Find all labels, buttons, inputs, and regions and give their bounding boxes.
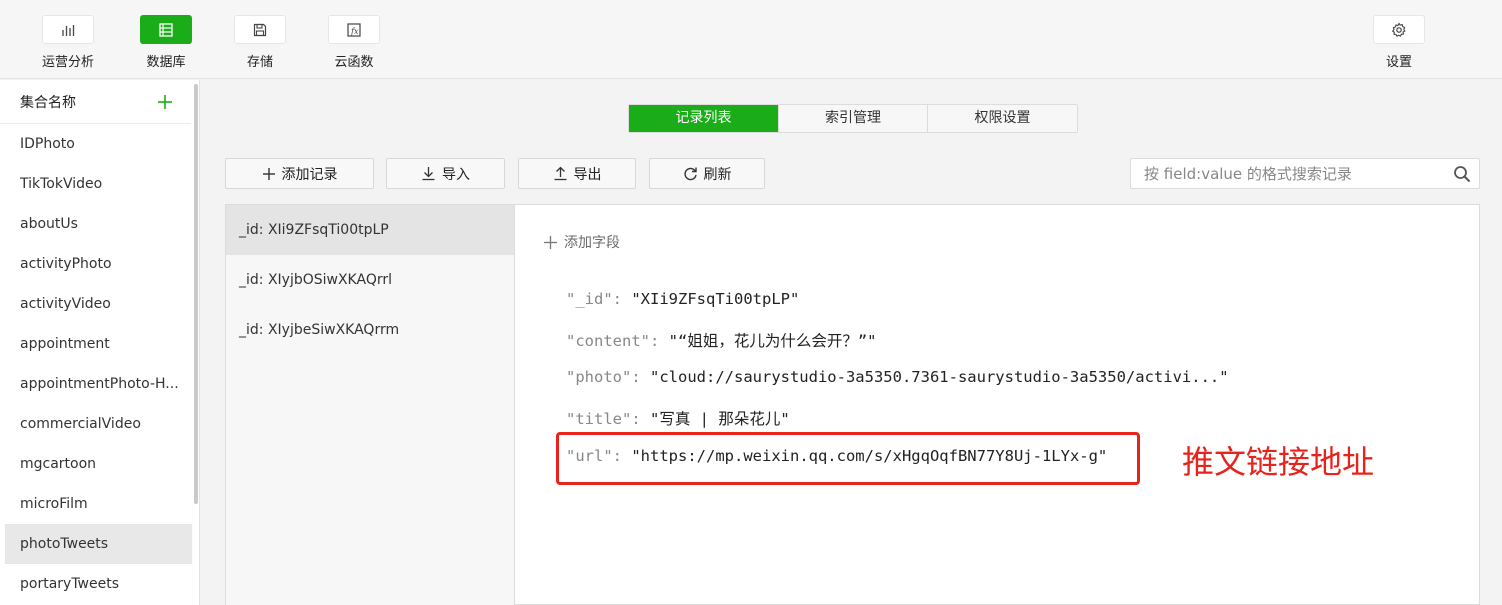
- toolbar-cloud-function[interactable]: fx 云函数: [319, 15, 389, 70]
- record-item[interactable]: _id: XIyjbeSiwXKAQrrm: [226, 305, 514, 355]
- settings-button[interactable]: [1373, 15, 1425, 44]
- record-search: [1130, 158, 1480, 189]
- field-row[interactable]: "title": "写真 | 那朵花儿": [566, 407, 790, 429]
- collection-item[interactable]: microFilm: [5, 484, 192, 524]
- highlight-box: [556, 432, 1140, 485]
- add-record-button[interactable]: 添加记录: [225, 158, 374, 189]
- sidebar-title: 集合名称: [20, 94, 76, 111]
- field-value: "写真 | 那朵花儿": [650, 410, 790, 428]
- field-row[interactable]: "photo": "cloud://saurystudio-3a5350.736…: [566, 368, 1229, 386]
- collection-item[interactable]: commercialVideo: [5, 404, 192, 444]
- record-item-active[interactable]: _id: XIi9ZFsqTi00tpLP: [226, 205, 514, 255]
- toolbar-label: 存储: [246, 55, 273, 70]
- toolbar-label: 运营分析: [41, 55, 94, 70]
- tab-permissions[interactable]: 权限设置: [928, 105, 1077, 132]
- database-button[interactable]: [140, 15, 192, 44]
- field-key: "content": [566, 332, 650, 350]
- annotation-label: 推文链接地址: [1182, 443, 1375, 481]
- collection-item[interactable]: activityPhoto: [5, 244, 192, 284]
- plus-icon: [544, 235, 557, 249]
- records-panel: _id: XIi9ZFsqTi00tpLP _id: XIyjbOSiwXKAQ…: [225, 204, 1480, 605]
- field-row[interactable]: "content": "“姐姐，花儿为什么会开？”": [566, 329, 877, 351]
- cloud-function-button[interactable]: fx: [328, 15, 380, 44]
- analytics-button[interactable]: [42, 15, 94, 44]
- export-label: 导出: [573, 166, 602, 183]
- plus-icon[interactable]: [157, 94, 173, 110]
- refresh-label: 刷新: [703, 166, 732, 183]
- tab-indexes[interactable]: 索引管理: [779, 105, 928, 132]
- collection-item[interactable]: appointmentPhoto-H...: [5, 364, 192, 404]
- field-value: "“姐姐，花儿为什么会开？”": [668, 332, 877, 350]
- bar-chart-icon: [62, 24, 75, 36]
- database-icon: [159, 22, 173, 37]
- add-record-label: 添加记录: [281, 166, 338, 183]
- function-icon: fx: [347, 22, 361, 37]
- field-value: "cloud://saurystudio-3a5350.7361-sauryst…: [650, 368, 1229, 386]
- collection-item[interactable]: TikTokVideo: [5, 164, 192, 204]
- toolbar-label: 设置: [1385, 55, 1412, 70]
- import-button[interactable]: 导入: [386, 158, 505, 189]
- field-key: "photo": [566, 368, 632, 386]
- toolbar-database[interactable]: 数据库: [131, 15, 201, 70]
- download-icon: [422, 167, 435, 181]
- collection-item[interactable]: activityVideo: [5, 284, 192, 324]
- record-detail: 添加字段 "_id": "XIi9ZFsqTi00tpLP" "content"…: [516, 205, 1479, 604]
- record-list: _id: XIi9ZFsqTi00tpLP _id: XIyjbOSiwXKAQ…: [226, 205, 515, 605]
- toolbar-storage[interactable]: 存储: [225, 15, 295, 70]
- refresh-icon: [683, 167, 697, 181]
- toolbar-settings[interactable]: 设置: [1364, 15, 1434, 70]
- collection-item[interactable]: mgcartoon: [5, 444, 192, 484]
- export-button[interactable]: 导出: [518, 158, 636, 189]
- collection-item[interactable]: IDPhoto: [5, 124, 192, 164]
- sidebar-scrollbar[interactable]: [194, 84, 198, 504]
- toolbar-analytics[interactable]: 运营分析: [33, 15, 103, 70]
- view-tabs: 记录列表 索引管理 权限设置: [628, 104, 1078, 133]
- upload-icon: [554, 166, 566, 181]
- search-input[interactable]: [1131, 159, 1445, 188]
- tab-records[interactable]: 记录列表: [629, 105, 779, 132]
- refresh-button[interactable]: 刷新: [649, 158, 765, 189]
- field-key: "title": [566, 410, 632, 428]
- svg-text:fx: fx: [350, 27, 359, 36]
- field-value: "XIi9ZFsqTi00tpLP": [631, 290, 800, 308]
- toolbar-label: 数据库: [146, 55, 186, 70]
- import-label: 导入: [442, 166, 470, 183]
- top-toolbar: 运营分析 数据库 存储 fx 云函数 设置: [0, 0, 1502, 79]
- toolbar-label: 云函数: [334, 55, 374, 70]
- record-item[interactable]: _id: XIyjbOSiwXKAQrrl: [226, 255, 514, 305]
- gear-icon: [1391, 21, 1406, 37]
- search-icon[interactable]: [1445, 159, 1479, 188]
- collection-item[interactable]: aboutUs: [5, 204, 192, 244]
- collection-list: IDPhoto TikTokVideo aboutUs activityPhot…: [0, 124, 199, 604]
- save-icon: [253, 23, 267, 36]
- add-field-label: 添加字段: [564, 235, 620, 251]
- add-field-button[interactable]: 添加字段: [543, 232, 620, 252]
- storage-button[interactable]: [234, 15, 286, 44]
- collection-item[interactable]: portaryTweets: [5, 564, 192, 604]
- collection-sidebar: 集合名称 IDPhoto TikTokVideo aboutUs activit…: [0, 80, 200, 605]
- field-key: "_id": [566, 290, 613, 308]
- collection-item-active[interactable]: photoTweets: [5, 524, 192, 564]
- sidebar-header: 集合名称: [0, 80, 191, 124]
- plus-icon: [262, 167, 275, 180]
- collection-item[interactable]: appointment: [5, 324, 192, 364]
- field-row[interactable]: "_id": "XIi9ZFsqTi00tpLP": [566, 290, 799, 308]
